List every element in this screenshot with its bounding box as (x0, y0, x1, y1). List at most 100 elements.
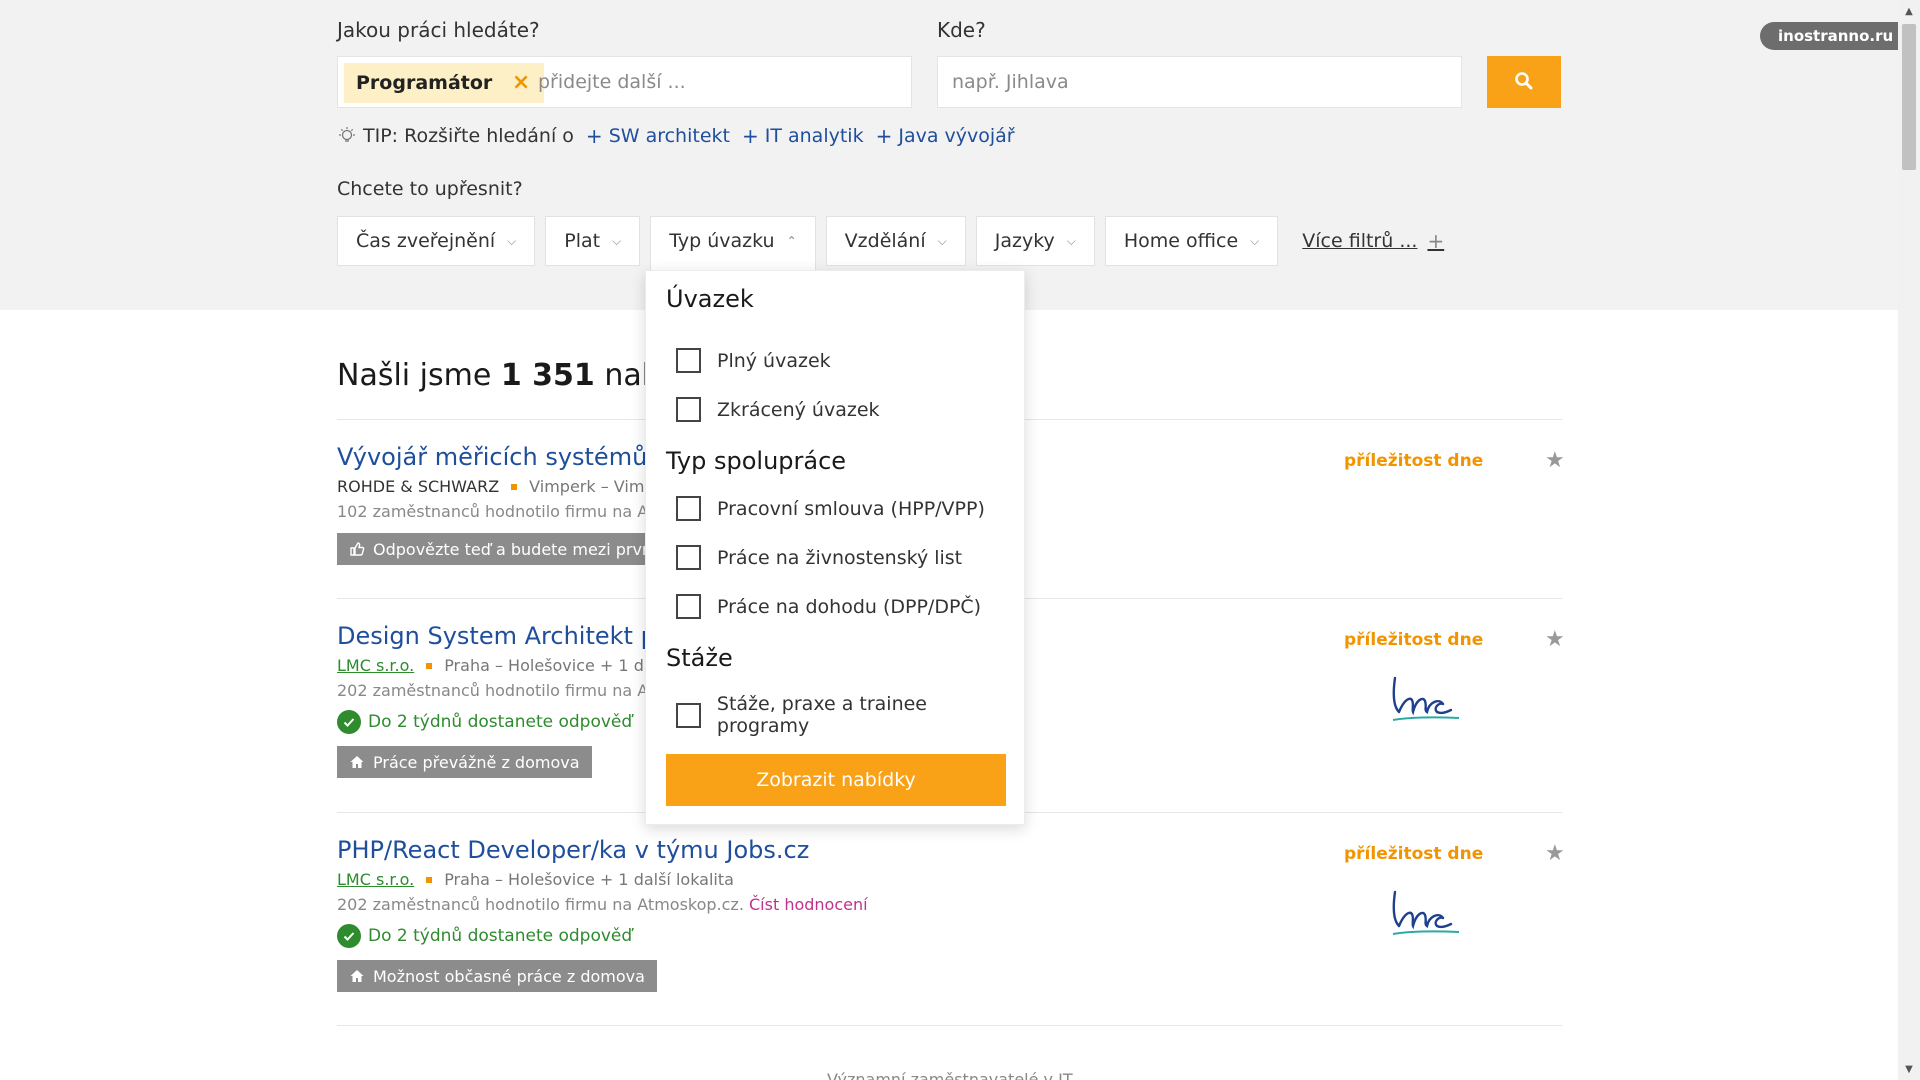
response-text: Do 2 týdnů dostanete odpověď (368, 712, 633, 732)
plus-icon: + (585, 124, 603, 148)
job-tag: Práce převážně z domova (337, 746, 592, 778)
filter-employment-type[interactable]: Typ úvazku ⌃ (650, 216, 816, 272)
rating-text: 202 zaměstnanců hodnotilo firmu na Atmos… (337, 895, 744, 914)
vertical-scrollbar[interactable]: ▲ ▼ (1898, 0, 1920, 1080)
dropdown-group-heading: Úvazek (666, 285, 754, 313)
check-icon (337, 924, 361, 948)
filter-label: Home office (1123, 230, 1239, 252)
option-trade-license[interactable]: Práce na živnostenský list (676, 545, 962, 570)
separator-dot (426, 662, 433, 669)
section-heading: Významní zaměstnavatelé v IT (827, 1070, 1073, 1080)
company-name: ROHDE & SCHWARZ (337, 477, 500, 496)
employment-type-dropdown: Úvazek Plný úvazek Zkrácený úvazek Typ s… (645, 270, 1025, 825)
filter-label: Plat (564, 230, 601, 252)
read-rating-link[interactable]: Číst hodnocení (749, 895, 868, 914)
what-field[interactable]: Programátor × (337, 56, 912, 108)
option-label: Práce na dohodu (DPP/DPČ) (717, 595, 982, 618)
home-icon (349, 754, 365, 770)
job-tag-label: Možnost občasné práce z domova (373, 966, 645, 986)
chevron-down-icon: ⌵ (1250, 233, 1260, 248)
where-field[interactable] (937, 56, 1462, 108)
scroll-thumb[interactable] (1902, 24, 1916, 170)
show-offers-button[interactable]: Zobrazit nabídky (666, 754, 1006, 806)
filter-languages[interactable]: Jazyky ⌵ (975, 216, 1095, 266)
option-label: Stáže, praxe a trainee programy (716, 693, 927, 737)
where-label: Kde? (937, 18, 986, 42)
chevron-down-icon: ⌵ (937, 233, 947, 248)
job-tag-label: Odpovězte teď a budete mezi prvními (373, 539, 677, 559)
option-employment-contract[interactable]: Pracovní smlouva (HPP/VPP) (676, 496, 985, 521)
separator-dot (511, 483, 518, 490)
tip-text: TIP: Rozšiřte hledání o (363, 125, 574, 147)
search-button[interactable] (1487, 56, 1561, 108)
response-badge: Do 2 týdnů dostanete odpověď (337, 924, 1562, 948)
chevron-up-icon: ⌃ (786, 234, 797, 248)
search-icon (1514, 71, 1534, 94)
dropdown-group-heading: Typ spolupráce (666, 447, 847, 475)
tip-suggestion-java-vyvojar[interactable]: + Java vývojář (876, 124, 1015, 148)
where-input[interactable] (952, 57, 1442, 107)
company-rating: 202 zaměstnanců hodnotilo firmu na Atmos… (337, 895, 1562, 914)
scroll-down-icon[interactable]: ▼ (1898, 1058, 1920, 1080)
divider (337, 1025, 1562, 1026)
plus-icon: + (741, 124, 759, 148)
filter-bar: Čas zveřejnění ⌵ Plat ⌵ Typ úvazku ⌃ Vzdělá… (337, 216, 1444, 272)
keyword-chip-label: Programátor (356, 72, 493, 94)
more-filters-label: Více filtrů ... (1302, 230, 1418, 252)
what-input[interactable] (538, 57, 898, 107)
tip-suggestion-label: SW architekt (608, 125, 730, 147)
filter-salary[interactable]: Plat ⌵ (545, 216, 641, 266)
page: Jakou práci hledáte? Kde? Programátor × … (0, 0, 1898, 1080)
more-filters-link[interactable]: Více filtrů ... + (1302, 216, 1444, 266)
chevron-down-icon: ⌵ (1066, 233, 1076, 248)
dropdown-group-heading: Stáže (666, 644, 733, 672)
promo-label: příležitost dne (1344, 844, 1484, 864)
separator-dot (426, 876, 433, 883)
option-agreement[interactable]: Práce na dohodu (DPP/DPČ) (676, 594, 981, 619)
star-icon[interactable]: ★ (1545, 627, 1565, 652)
checkbox[interactable] (676, 496, 701, 521)
option-internships[interactable]: Stáže, praxe a trainee programy (676, 693, 1024, 737)
star-icon[interactable]: ★ (1545, 448, 1565, 473)
option-label: Plný úvazek (717, 349, 831, 372)
lmc-logo (1392, 890, 1460, 935)
chip-remove-icon[interactable]: × (512, 70, 530, 95)
filter-home-office[interactable]: Home office ⌵ (1104, 216, 1279, 266)
tip-suggestion-sw-architekt[interactable]: + SW architekt (586, 124, 730, 148)
lmc-logo (1392, 676, 1460, 721)
tip-suggestion-it-analytik[interactable]: + IT analytik (742, 124, 864, 148)
option-full-time[interactable]: Plný úvazek (676, 348, 831, 373)
search-band: Jakou práci hledáte? Kde? Programátor × … (0, 0, 1898, 310)
job-location: Praha – Holešovice + 1 další lokalita (444, 870, 734, 889)
results-title-prefix: Našli jsme (337, 358, 492, 393)
company-name[interactable]: LMC s.r.o. (337, 656, 414, 675)
filter-education[interactable]: Vzdělání ⌵ (825, 216, 966, 266)
job-card: PHP/React Developer/ka v týmu Jobs.cz LM… (337, 836, 1565, 992)
scroll-up-icon[interactable]: ▲ (1898, 0, 1920, 22)
response-text: Do 2 týdnů dostanete odpověď (368, 926, 633, 946)
filter-label: Čas zveřejnění (356, 230, 496, 252)
checkbox[interactable] (676, 397, 701, 422)
filters-label: Chcete to upřesnit? (337, 178, 523, 200)
checkbox[interactable] (676, 545, 701, 570)
star-icon[interactable]: ★ (1545, 841, 1565, 866)
plus-icon: + (875, 124, 893, 148)
option-label: Pracovní smlouva (HPP/VPP) (717, 497, 985, 520)
checkbox[interactable] (676, 594, 701, 619)
chevron-down-icon: ⌵ (507, 233, 517, 248)
checkbox[interactable] (676, 702, 701, 728)
tip-suggestion-label: Java vývojář (898, 125, 1015, 147)
check-icon (337, 710, 361, 734)
option-part-time[interactable]: Zkrácený úvazek (676, 397, 880, 422)
job-tag-label: Práce převážně z domova (373, 752, 580, 772)
promo-label: příležitost dne (1344, 451, 1484, 471)
search-tip: TIP: Rozšiřte hledání o + SW architekt + I… (337, 122, 1015, 150)
filter-label: Vzdělání (844, 230, 926, 252)
filter-label: Jazyky (994, 230, 1055, 252)
company-name[interactable]: LMC s.r.o. (337, 870, 414, 889)
lightbulb-icon (337, 126, 359, 146)
checkbox[interactable] (676, 348, 701, 373)
filter-publish-time[interactable]: Čas zveřejnění ⌵ (337, 216, 536, 266)
job-meta: LMC s.r.o. Praha – Holešovice + 1 další … (337, 870, 1562, 889)
plus-icon: + (1427, 229, 1445, 253)
